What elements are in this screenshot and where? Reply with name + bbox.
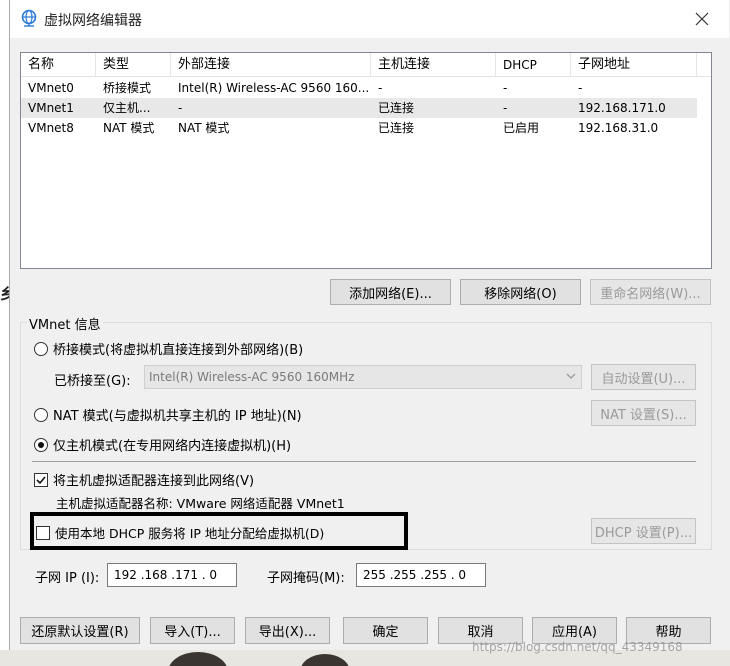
cell-external: - — [178, 101, 183, 115]
cell-host: - — [378, 81, 383, 95]
nat-mode-radio[interactable]: NAT 模式(与虚拟机共享主机的 IP 地址)(N) — [34, 405, 302, 424]
host-only-mode-radio[interactable]: 仅主机模式(在专用网络内连接虚拟机)(H) — [34, 435, 291, 454]
adapter-name-label: 主机虚拟适配器名称: VMware 网络适配器 VMnet1 — [56, 496, 345, 511]
checkbox-checked — [34, 472, 48, 487]
cell-name: VMnet8 — [28, 121, 74, 135]
bridged-to-select[interactable]: Intel(R) Wireless-AC 9560 160MHz — [144, 365, 582, 389]
bridged-to-label: 已桥接至(G): — [54, 374, 131, 389]
cell-subnet: 192.168.171.0 — [578, 101, 666, 115]
subnet-mask-input[interactable] — [356, 563, 486, 587]
column-header-external[interactable]: 外部连接 — [171, 53, 371, 77]
host-only-mode-label: 仅主机模式(在专用网络内连接虚拟机)(H) — [53, 439, 292, 454]
add-network-button[interactable]: 添加网络(E)... — [330, 279, 451, 305]
subnet-ip-label: 子网 IP (I): — [35, 571, 100, 586]
radio-selected-icon — [34, 437, 48, 452]
connect-adapter-label: 将主机虚拟适配器连接到此网络(V) — [53, 474, 255, 489]
virtual-network-editor-dialog: 虚拟网络编辑器 名称 类型 外部连接 主机连接 DHCP 子网地址 VMnet0… — [9, 0, 730, 650]
bridged-to-value: Intel(R) Wireless-AC 9560 160MHz — [149, 370, 355, 384]
networks-list[interactable]: 名称 类型 外部连接 主机连接 DHCP 子网地址 VMnet0 桥接模式 In… — [20, 52, 712, 269]
vmnet-info-title: VMnet 信息 — [27, 314, 103, 333]
cell-dhcp: - — [503, 81, 508, 95]
auto-settings-button[interactable]: 自动设置(U)... — [591, 364, 696, 390]
bridge-mode-radio[interactable]: 桥接模式(将虚拟机直接连接到外部网络)(B) — [34, 339, 303, 358]
cell-external: Intel(R) Wireless-AC 9560 160... — [178, 81, 370, 95]
cell-name: VMnet0 — [28, 81, 74, 95]
cell-host: 已连接 — [378, 101, 415, 115]
network-globe-icon — [21, 9, 37, 27]
background-blob — [168, 652, 228, 666]
column-header-type[interactable]: 类型 — [96, 53, 171, 77]
close-icon — [695, 12, 709, 26]
import-button[interactable]: 导入(T)... — [150, 617, 235, 644]
cell-dhcp: - — [503, 101, 508, 115]
background-blob — [300, 654, 350, 666]
list-header: 名称 类型 外部连接 主机连接 DHCP 子网地址 — [21, 53, 711, 77]
checkmark-icon — [36, 475, 46, 484]
dhcp-settings-button[interactable]: DHCP 设置(P)... — [591, 518, 696, 544]
column-header-host[interactable]: 主机连接 — [371, 53, 496, 77]
window-title: 虚拟网络编辑器 — [44, 13, 142, 29]
connect-adapter-checkbox[interactable]: 将主机虚拟适配器连接到此网络(V) — [34, 470, 254, 489]
ok-button[interactable]: 确定 — [343, 617, 428, 644]
annotation-highlight-box — [30, 512, 408, 550]
subnet-ip-input[interactable] — [107, 563, 237, 587]
cell-type: NAT 模式 — [103, 121, 155, 135]
restore-defaults-button[interactable]: 还原默认设置(R) — [20, 617, 140, 644]
cell-dhcp: 已启用 — [503, 121, 540, 135]
table-row-selected[interactable]: VMnet1 仅主机... - 已连接 - 192.168.171.0 — [21, 98, 697, 118]
column-header-name[interactable]: 名称 — [21, 53, 96, 77]
export-button[interactable]: 导出(X)... — [245, 617, 330, 644]
radio-unselected-icon — [34, 407, 48, 422]
remove-network-button[interactable]: 移除网络(O) — [460, 279, 581, 305]
column-header-dhcp[interactable]: DHCP — [496, 53, 571, 77]
cell-type: 仅主机... — [103, 101, 151, 115]
rename-network-button[interactable]: 重命名网络(W)... — [590, 279, 711, 305]
cell-host: 已连接 — [378, 121, 415, 135]
column-header-subnet[interactable]: 子网地址 — [571, 53, 697, 77]
cell-external: NAT 模式 — [178, 121, 230, 135]
cell-subnet: - — [578, 81, 583, 95]
separator — [32, 461, 696, 462]
cell-type: 桥接模式 — [103, 81, 152, 95]
subnet-mask-label: 子网掩码(M): — [267, 571, 345, 586]
title-bar: 虚拟网络编辑器 — [10, 0, 729, 38]
nat-settings-button[interactable]: NAT 设置(S)... — [591, 400, 696, 426]
watermark-text: https://blog.csdn.net/qq_43349168 — [472, 640, 683, 654]
table-row[interactable]: VMnet0 桥接模式 Intel(R) Wireless-AC 9560 16… — [21, 78, 697, 98]
cell-subnet: 192.168.31.0 — [578, 121, 659, 135]
bridge-mode-label: 桥接模式(将虚拟机直接连接到外部网络)(B) — [53, 343, 304, 358]
chevron-down-icon — [566, 373, 576, 379]
nat-mode-label: NAT 模式(与虚拟机共享主机的 IP 地址)(N) — [53, 409, 302, 424]
background-window-edge — [0, 0, 9, 666]
close-button[interactable] — [682, 4, 722, 34]
cell-name: VMnet1 — [28, 101, 74, 115]
radio-unselected-icon — [34, 341, 48, 356]
table-row[interactable]: VMnet8 NAT 模式 NAT 模式 已连接 已启用 192.168.31.… — [21, 118, 697, 138]
